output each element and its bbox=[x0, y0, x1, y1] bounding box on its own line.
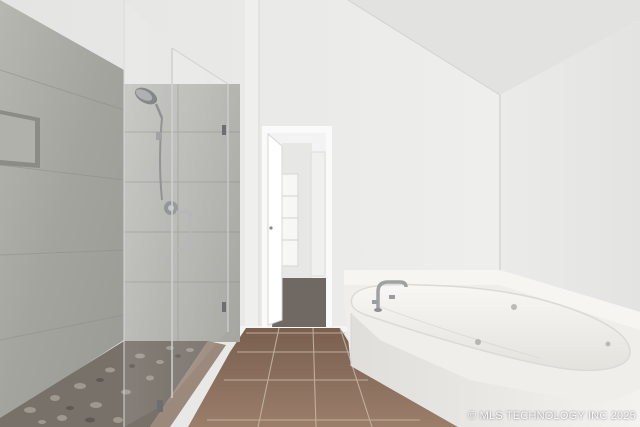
photo-watermark: © MLS TECHNOLOGY INC 2025 bbox=[468, 410, 636, 422]
bathroom-photo: © MLS TECHNOLOGY INC 2025 bbox=[0, 0, 640, 427]
door-hinge bbox=[222, 125, 226, 135]
tub-jet bbox=[605, 341, 611, 347]
tub-jet bbox=[511, 304, 517, 310]
glass-panel bbox=[124, 0, 172, 427]
tub-jet bbox=[475, 339, 481, 345]
open-door bbox=[267, 132, 283, 326]
closet-shelving bbox=[280, 173, 299, 267]
wall-pilaster bbox=[245, 0, 259, 345]
bathroom-illustration bbox=[0, 0, 640, 427]
closet-doorway bbox=[262, 126, 332, 332]
door-hinge bbox=[222, 302, 226, 312]
